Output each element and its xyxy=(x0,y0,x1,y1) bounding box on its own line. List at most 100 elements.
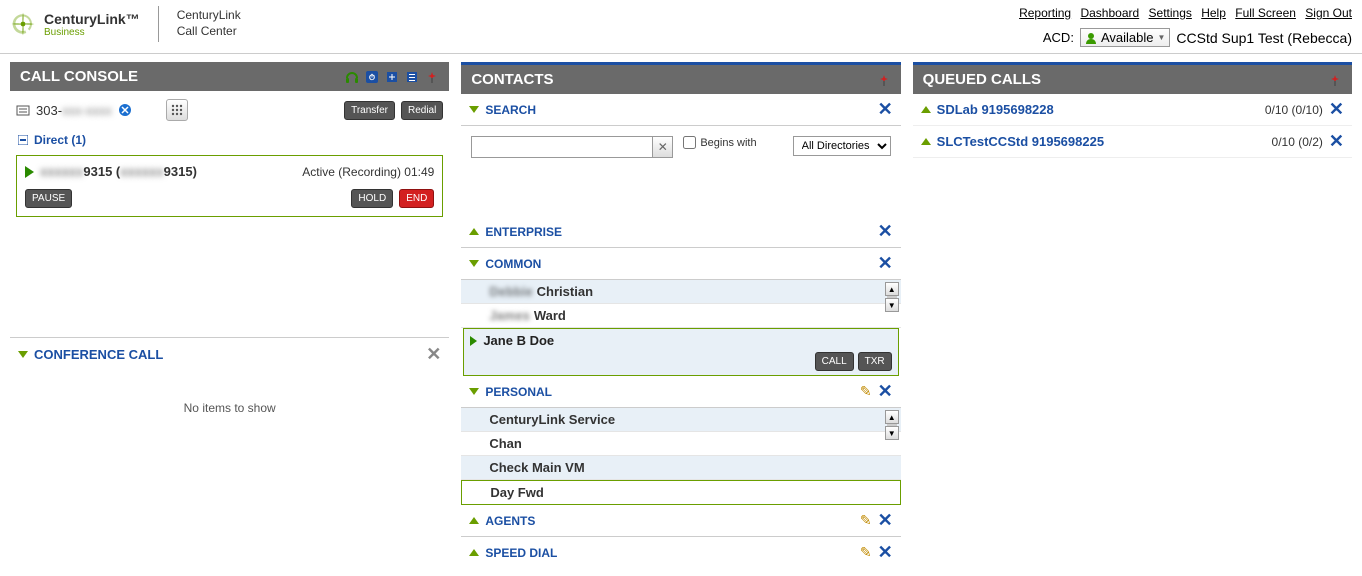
contact-row[interactable]: JamesWard xyxy=(461,304,900,328)
directory-select[interactable]: All Directories xyxy=(793,136,891,156)
section-label: SEARCH xyxy=(485,103,871,117)
call-console-panel: CALL CONSOLE ⏱ 303-xxx-xxxx Transfer Red… xyxy=(10,62,449,445)
acd-label: ACD: xyxy=(1043,30,1074,45)
queue-row[interactable]: SLCTestCCStd 9195698225 0/10 (0/2) ✕ xyxy=(913,126,1352,158)
call-button[interactable]: CALL xyxy=(815,352,854,371)
direct-section-header[interactable]: Direct (1) xyxy=(10,129,449,151)
direct-label: Direct (1) xyxy=(34,133,86,147)
section-label: COMMON xyxy=(485,257,871,271)
begins-with-checkbox[interactable] xyxy=(683,136,696,149)
user-status-icon xyxy=(1085,32,1097,44)
collapse-icon[interactable] xyxy=(921,138,931,145)
dial-number[interactable]: 303-xxx-xxxx xyxy=(36,103,112,118)
begins-with-label: Begins with xyxy=(700,137,756,149)
expand-icon[interactable] xyxy=(469,260,479,267)
collapse-icon[interactable] xyxy=(921,106,931,113)
link-dashboard[interactable]: Dashboard xyxy=(1080,6,1139,20)
autoanswer-icon[interactable] xyxy=(345,70,359,84)
contact-row-selected[interactable]: Jane B Doe CALL TXR xyxy=(463,328,898,376)
link-reporting[interactable]: Reporting xyxy=(1019,6,1071,20)
close-section-icon[interactable]: ✕ xyxy=(878,253,893,274)
header-right: Reporting Dashboard Settings Help Full S… xyxy=(1013,6,1352,47)
section-label: PERSONAL xyxy=(485,385,854,399)
panel-title: CONTACTS xyxy=(471,71,876,88)
link-help[interactable]: Help xyxy=(1201,6,1226,20)
conference-title: CONFERENCE CALL xyxy=(34,347,426,362)
link-settings[interactable]: Settings xyxy=(1149,6,1192,20)
close-section-icon[interactable]: ✕ xyxy=(878,510,893,531)
end-button[interactable]: END xyxy=(399,189,434,208)
close-section-icon[interactable]: ✕ xyxy=(878,99,893,120)
search-body: ✕ Begins with All Directories xyxy=(461,126,900,216)
redial-button[interactable]: Redial xyxy=(401,101,443,120)
edit-icon[interactable]: ✎ xyxy=(860,383,872,400)
contact-row-highlight[interactable]: Day Fwd xyxy=(461,480,900,505)
transfer-button[interactable]: TXR xyxy=(858,352,892,371)
close-conference-icon[interactable]: ✕ xyxy=(426,344,441,365)
edit-icon[interactable]: ✎ xyxy=(860,512,872,529)
waiting-icon[interactable]: ⏱ xyxy=(365,70,379,84)
search-input[interactable] xyxy=(472,137,652,157)
scroll-up-icon[interactable]: ▲ xyxy=(885,410,899,424)
close-queue-icon[interactable]: ✕ xyxy=(1329,131,1344,152)
scroll-up-icon[interactable]: ▲ xyxy=(885,282,899,296)
brand-text: CenturyLink™ Business xyxy=(44,11,140,38)
search-input-wrap: ✕ xyxy=(471,136,673,158)
contact-name: Jane B Doe xyxy=(483,333,554,348)
link-fullscreen[interactable]: Full Screen xyxy=(1235,6,1296,20)
trace-icon[interactable] xyxy=(385,70,399,84)
close-queue-icon[interactable]: ✕ xyxy=(1329,99,1344,120)
brand-main: CenturyLink xyxy=(44,11,126,27)
hold-button[interactable]: HOLD xyxy=(351,189,393,208)
search-clear-icon[interactable]: ✕ xyxy=(652,137,672,157)
dial-row: 303-xxx-xxxx Transfer Redial xyxy=(10,91,449,129)
expand-icon[interactable] xyxy=(469,106,479,113)
close-section-icon[interactable]: ✕ xyxy=(878,381,893,402)
transfer-button[interactable]: Transfer xyxy=(344,101,395,120)
app-header: CenturyLink™ Business CenturyLink Call C… xyxy=(0,0,1362,54)
queue-name: SLCTestCCStd 9195698225 xyxy=(937,134,1266,149)
collapse-icon[interactable] xyxy=(469,228,479,235)
clear-dial-icon[interactable] xyxy=(118,103,132,117)
scroll-down-icon[interactable]: ▼ xyxy=(885,426,899,440)
main-columns: CALL CONSOLE ⏱ 303-xxx-xxxx Transfer Red… xyxy=(0,54,1362,576)
personal-scrollbar: ▲ ▼ xyxy=(885,410,899,440)
contacts-settings-icon[interactable] xyxy=(877,73,891,87)
svg-text:⏱: ⏱ xyxy=(369,72,375,82)
call-active-icon xyxy=(25,166,34,178)
keypad-button[interactable] xyxy=(166,99,188,121)
expand-icon[interactable] xyxy=(18,351,28,358)
edit-icon[interactable]: ✎ xyxy=(860,544,872,561)
link-signout[interactable]: Sign Out xyxy=(1305,6,1352,20)
contact-row[interactable]: DebbieChristian xyxy=(461,280,900,304)
begins-with-wrap[interactable]: Begins with xyxy=(683,136,756,149)
top-nav-links: Reporting Dashboard Settings Help Full S… xyxy=(1013,6,1352,20)
search-section-header: SEARCH ✕ xyxy=(461,94,900,126)
queue-stats: 0/10 (0/2) xyxy=(1272,135,1323,149)
acd-status-select[interactable]: Available ▼ xyxy=(1080,28,1170,47)
record-settings-icon[interactable] xyxy=(425,70,439,84)
call-console-icons: ⏱ xyxy=(345,70,439,84)
contact-row[interactable]: Check Main VM xyxy=(461,456,900,480)
common-list: DebbieChristian JamesWard Jane B Doe CAL… xyxy=(461,280,900,376)
close-section-icon[interactable]: ✕ xyxy=(878,542,893,563)
logo-divider xyxy=(158,6,159,42)
expand-icon[interactable] xyxy=(469,388,479,395)
pause-button[interactable]: PAUSE xyxy=(25,189,72,208)
close-section-icon[interactable]: ✕ xyxy=(878,221,893,242)
contact-row[interactable]: CenturyLink Service xyxy=(461,408,900,432)
conference-empty: No items to show xyxy=(10,371,449,445)
panel-title: QUEUED CALLS xyxy=(923,71,1328,88)
collapse-icon[interactable] xyxy=(469,517,479,524)
history-icon[interactable] xyxy=(405,70,419,84)
acd-row: ACD: Available ▼ CCStd Sup1 Test (Rebecc… xyxy=(1013,28,1352,47)
contact-row[interactable]: Chan xyxy=(461,432,900,456)
collapse-icon[interactable] xyxy=(469,549,479,556)
dial-history-icon[interactable] xyxy=(16,103,30,117)
queue-row[interactable]: SDLab 9195698228 0/10 (0/10) ✕ xyxy=(913,94,1352,126)
queued-settings-icon[interactable] xyxy=(1328,73,1342,87)
scroll-down-icon[interactable]: ▼ xyxy=(885,298,899,312)
call-number: xxxxxx9315 (xxxxxx9315) xyxy=(40,164,197,179)
keypad-icon xyxy=(170,103,184,117)
call-status: Active (Recording) 01:49 xyxy=(302,165,434,179)
